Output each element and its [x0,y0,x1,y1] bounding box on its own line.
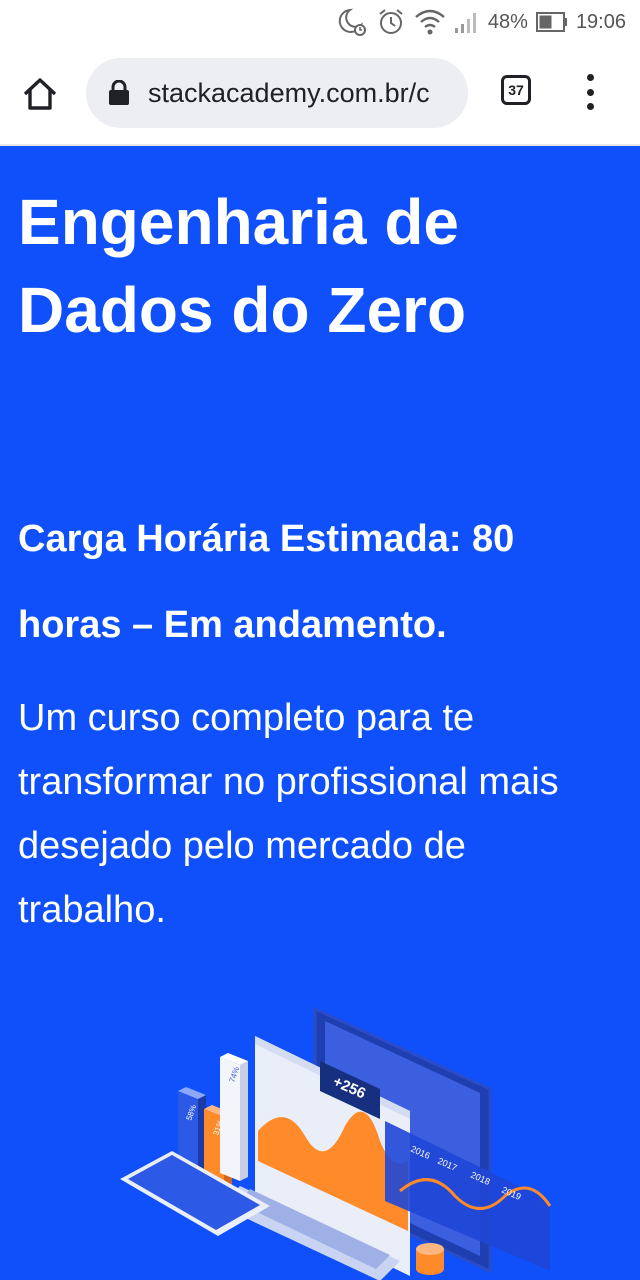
battery-percent: 48% [487,10,528,33]
bar-74: 74% [220,1053,248,1181]
course-description: Um curso completo para te transformar no… [18,697,559,931]
clock: 19:06 [575,10,626,33]
moon-alarm-icon [336,7,368,37]
status-bar: 48% 19:06 [0,0,640,44]
home-icon [23,78,57,110]
lock-icon [109,80,129,105]
tab-switcher-button[interactable]: 37 [501,75,535,109]
alarm-clock-icon [376,7,406,37]
status-icons: 48% 19:06 [336,6,626,38]
more-vert-icon[interactable] [578,72,602,112]
course-hours: Carga Horária Estimada: 80 horas – Em an… [18,518,515,646]
analytics-illustration: +256 2016 2017 2018 2019 58% 31% 74% [120,1006,552,1280]
tab-count: 37 [508,82,524,98]
url-text[interactable]: stackacademy.com.br/c [148,58,458,128]
browser-toolbar: stackacademy.com.br/c 37 [0,44,640,146]
home-button[interactable] [20,74,66,114]
hero-section: Engenharia de Dados do Zero Carga Horári… [0,146,640,1280]
wifi-icon [414,7,446,37]
signal-icon [454,10,480,34]
tabs-icon: 37 [501,75,531,105]
page-title: Engenharia de Dados do Zero [18,186,467,346]
battery-icon [535,11,568,33]
address-bar[interactable]: stackacademy.com.br/c [86,58,468,128]
